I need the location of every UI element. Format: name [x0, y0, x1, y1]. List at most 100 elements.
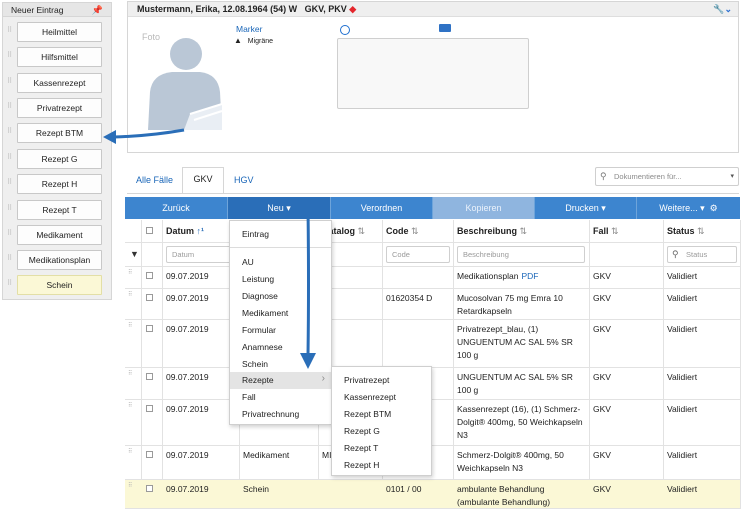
row-checkbox[interactable]: [146, 451, 153, 458]
row-drag-handle-icon[interactable]: ⠿: [128, 483, 132, 490]
cell-fall: GKV: [593, 404, 611, 414]
row-drag-handle-icon[interactable]: ⠿: [128, 292, 132, 299]
drag-handle-icon[interactable]: ⠿: [7, 103, 13, 111]
column-header-status[interactable]: Status ⇅: [667, 220, 705, 242]
menu-item-privatrechnung[interactable]: Privatrechnung: [242, 409, 299, 419]
cell-beschreibung: Kassenrezept (16), (1) Schmerz-Dolgit® 4…: [457, 403, 587, 442]
drag-handle-icon[interactable]: ⠿: [7, 52, 13, 60]
cell-beschreibung-text: Privatrezept_blau, (1) UNGUENTUM AC SAL …: [457, 324, 573, 360]
wrench-icon[interactable]: 🔧⌄: [713, 2, 732, 17]
drag-handle-icon[interactable]: ⠿: [7, 154, 13, 162]
tab-hgv[interactable]: HGV: [234, 169, 254, 193]
menu-item-au[interactable]: AU: [242, 257, 254, 267]
patient-insurance: GKV, PKV: [304, 4, 347, 14]
submenu-item-rezept-g[interactable]: Rezept G: [344, 426, 380, 436]
new-entry-item-heilmittel[interactable]: Heilmittel: [17, 22, 102, 42]
menu-item-medikament[interactable]: Medikament: [242, 308, 288, 318]
pdf-link[interactable]: PDF: [521, 271, 538, 281]
filter-status-input[interactable]: ⚲ Status: [667, 246, 737, 263]
new-entry-item-rezept-btm[interactable]: Rezept BTM: [17, 123, 102, 143]
column-header-code[interactable]: Code ⇅: [386, 220, 419, 242]
cell-status: Validiert: [667, 293, 698, 303]
row-drag-handle-icon[interactable]: ⠿: [128, 449, 132, 456]
row-checkbox[interactable]: [146, 294, 153, 301]
row-checkbox[interactable]: [146, 405, 153, 412]
drag-handle-icon[interactable]: ⠿: [7, 179, 13, 187]
tag-icon: ◆: [349, 4, 357, 14]
clock-icon[interactable]: [340, 25, 350, 35]
tab-alle-faelle[interactable]: Alle Fälle: [136, 169, 173, 193]
menu-item-schein[interactable]: Schein: [242, 359, 268, 369]
submenu-item-kassenrezept[interactable]: Kassenrezept: [344, 392, 396, 402]
new-entry-title-text: Neuer Eintrag: [11, 5, 64, 15]
cell-datum: 09.07.2019: [166, 324, 209, 334]
filter-datum-input[interactable]: Datum: [166, 246, 236, 263]
new-entry-item-medikationsplan[interactable]: Medikationsplan: [17, 250, 102, 270]
new-entry-item-schein[interactable]: Schein: [17, 275, 102, 295]
chevron-right-icon: ›: [321, 373, 325, 384]
menu-item-anamnese[interactable]: Anamnese: [242, 342, 283, 352]
cell-datum: 09.07.2019: [166, 484, 209, 494]
drag-handle-icon[interactable]: ⠿: [7, 27, 13, 35]
new-entry-item-kassenrezept[interactable]: Kassenrezept: [17, 73, 102, 93]
row-checkbox[interactable]: [146, 325, 153, 332]
row-checkbox[interactable]: [146, 373, 153, 380]
drag-handle-icon[interactable]: ⠿: [7, 230, 13, 238]
new-entry-item-hilfsmittel[interactable]: Hilfsmittel: [17, 47, 102, 67]
tab-gkv[interactable]: GKV: [182, 167, 224, 194]
row-drag-handle-icon[interactable]: ⠿: [128, 371, 132, 378]
new-entry-item-medikament[interactable]: Medikament: [17, 225, 102, 245]
select-all-checkbox[interactable]: [146, 227, 153, 234]
copy-button[interactable]: Kopieren: [433, 197, 535, 219]
row-checkbox[interactable]: [146, 272, 153, 279]
new-entry-item-rezept-g[interactable]: Rezept G: [17, 149, 102, 169]
menu-item-eintrag[interactable]: Eintrag: [242, 229, 269, 239]
submenu-item-privatrezept[interactable]: Privatrezept: [344, 375, 389, 385]
drag-handle-icon[interactable]: ⠿: [7, 78, 13, 86]
arrow-annotation-left: [103, 128, 185, 144]
menu-item-rezepte[interactable]: Rezepte: [242, 375, 274, 385]
submenu-item-rezept-h[interactable]: Rezept H: [344, 460, 379, 470]
back-button[interactable]: Zurück: [125, 197, 228, 219]
filter-code-input[interactable]: Code: [386, 246, 450, 263]
avatar-placeholder-icon: [148, 38, 223, 130]
cell-code: 01620354 D: [386, 293, 433, 303]
gear-icon[interactable]: ⚙: [710, 203, 718, 213]
filter-beschreibung-input[interactable]: Beschreibung: [457, 246, 585, 263]
cell-fall: GKV: [593, 372, 611, 382]
menu-item-fall[interactable]: Fall: [242, 392, 256, 402]
column-header-fall[interactable]: Fall ⇅: [593, 220, 619, 242]
row-checkbox[interactable]: [146, 485, 153, 492]
drag-handle-icon[interactable]: ⠿: [7, 128, 13, 136]
marker-link[interactable]: Marker: [236, 24, 262, 34]
prescribe-button[interactable]: Verordnen: [331, 197, 433, 219]
row-drag-handle-icon[interactable]: ⠿: [128, 403, 132, 410]
filter-icon[interactable]: ▼: [130, 249, 139, 259]
submenu-item-rezept-t[interactable]: Rezept T: [344, 443, 378, 453]
column-header-beschreibung[interactable]: Beschreibung ⇅: [457, 220, 527, 242]
drag-handle-icon[interactable]: ⠿: [7, 205, 13, 213]
patient-panel: Mustermann, Erika, 12.08.1964 (54) W GKV…: [127, 1, 739, 153]
menu-item-formular[interactable]: Formular: [242, 325, 276, 335]
document-for-select[interactable]: ⚲ Dokumentieren für... ▾: [595, 167, 739, 186]
row-drag-handle-icon[interactable]: ⠿: [128, 323, 132, 330]
print-button[interactable]: Drucken ▾: [535, 197, 637, 219]
cell-fall: GKV: [593, 450, 611, 460]
document-for-placeholder: Dokumentieren für...: [614, 172, 682, 181]
card-icon[interactable]: [439, 24, 451, 32]
new-entry-item-rezept-h[interactable]: Rezept H: [17, 174, 102, 194]
row-drag-handle-icon[interactable]: ⠿: [128, 270, 132, 277]
new-entry-item-rezept-t[interactable]: Rezept T: [17, 200, 102, 220]
pin-icon[interactable]: 📌: [92, 3, 103, 17]
submenu-item-rezept-btm[interactable]: Rezept BTM: [344, 409, 391, 419]
column-header-datum[interactable]: Datum ↑¹: [166, 220, 204, 242]
menu-item-diagnose[interactable]: Diagnose: [242, 291, 278, 301]
cell-fall: GKV: [593, 324, 611, 334]
drag-handle-icon[interactable]: ⠿: [7, 280, 13, 288]
rezepte-submenu: Privatrezept Kassenrezept Rezept BTM Rezept…: [331, 366, 432, 476]
new-entry-item-privatrezept[interactable]: Privatrezept: [17, 98, 102, 118]
more-button[interactable]: Weitere... ▾ ⚙: [637, 197, 740, 219]
drag-handle-icon[interactable]: ⠿: [7, 255, 13, 263]
notes-box[interactable]: [337, 38, 529, 109]
menu-item-leistung[interactable]: Leistung: [242, 274, 274, 284]
